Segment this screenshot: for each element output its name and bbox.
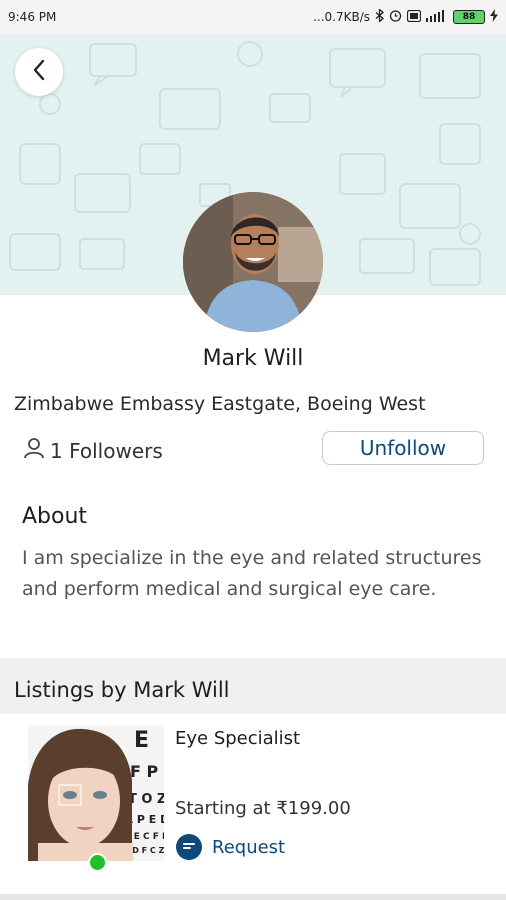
listing-title[interactable]: Eye Specialist [175,728,300,749]
battery-icon: 88 [453,10,485,24]
status-time: 9:46 PM [8,10,57,24]
about-text: I am specialize in the eye and related s… [22,547,482,600]
svg-text:T O Z: T O Z [128,792,164,807]
charging-icon [490,9,498,25]
listings-heading: Listings by Mark Will [14,678,230,702]
request-label: Request [212,836,286,858]
followers-text: 1 Followers [50,438,163,463]
chat-bubble-icon [176,834,202,860]
alarm-icon [389,9,402,25]
followers-count[interactable]: 1 Followers [22,436,163,465]
bluetooth-icon [375,8,384,25]
vpn-icon [406,9,422,25]
about-heading: About [22,504,88,529]
person-icon [22,436,46,465]
status-icons: ...0.7KB/s 88 [313,8,498,25]
status-bar: 9:46 PM ...0.7KB/s 88 [0,0,506,34]
network-speed: ...0.7KB/s [313,10,370,24]
listing-price: Starting at ₹199.00 [175,798,351,819]
unfollow-button[interactable]: Unfollow [322,431,484,465]
online-status-dot [88,853,107,872]
chevron-left-icon [32,59,46,85]
svg-text:F P: F P [130,762,159,781]
back-button[interactable] [15,48,63,96]
signal-icon [426,9,448,25]
request-button[interactable]: Request [176,834,285,860]
bottom-divider [0,894,506,900]
profile-address: Zimbabwe Embassy Eastgate, Boeing West [14,393,426,415]
profile-avatar [183,192,323,332]
svg-text:E: E [134,728,149,753]
profile-name: Mark Will [202,346,304,371]
listing-thumbnail[interactable]: E F P T O Z L P E D P E C F D E D F C Z … [28,725,164,861]
